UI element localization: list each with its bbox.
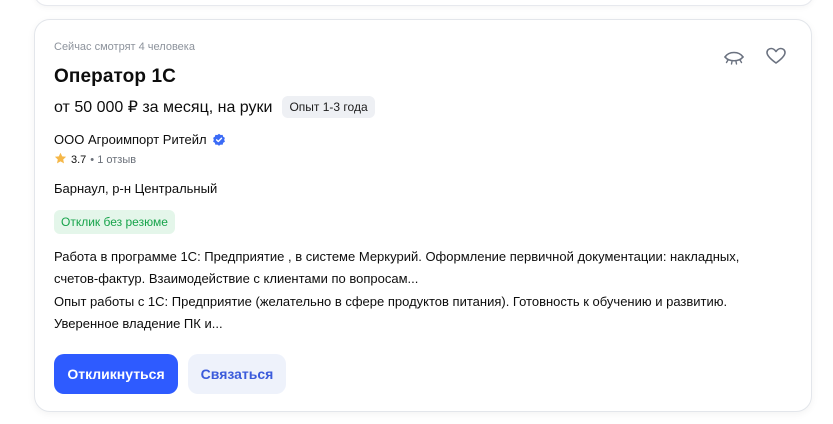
rating-value: 3.7 — [71, 154, 87, 166]
watchers-count: Сейчас смотрят 4 человека — [54, 41, 195, 53]
description-responsibilities: Работа в программе 1С: Предприятие , в с… — [54, 249, 740, 286]
vacancy-card[interactable]: Сейчас смотрят 4 человека Оператор 1С от… — [34, 19, 812, 412]
star-icon — [54, 152, 67, 168]
heart-icon[interactable] — [765, 45, 787, 67]
vacancy-title[interactable]: Оператор 1С — [54, 66, 176, 88]
description-requirements: Опыт работы с 1С: Предприятие (желательн… — [54, 294, 728, 331]
location: Барнаул, р-н Центральный — [54, 181, 218, 196]
contact-button[interactable]: Связаться — [188, 354, 286, 394]
reviews-count: • 1 отзыв — [90, 154, 137, 166]
eye-hidden-icon[interactable] — [723, 46, 745, 68]
no-resume-badge: Отклик без резюме — [54, 210, 175, 234]
experience-badge: Опыт 1-3 года — [282, 96, 375, 118]
rating-row[interactable]: 3.7 • 1 отзыв — [54, 152, 136, 168]
salary-row: от 50 000 ₽ за месяц, на руки Опыт 1-3 г… — [54, 96, 375, 118]
respond-button[interactable]: Откликнуться — [54, 354, 178, 394]
company-name[interactable]: ООО Агроимпорт Ритейл — [54, 132, 207, 147]
previous-vacancy-card — [34, 0, 814, 6]
salary: от 50 000 ₽ за месяц, на руки — [54, 99, 273, 116]
verified-badge-icon — [212, 133, 226, 147]
company-row: ООО Агроимпорт Ритейл — [54, 132, 226, 147]
